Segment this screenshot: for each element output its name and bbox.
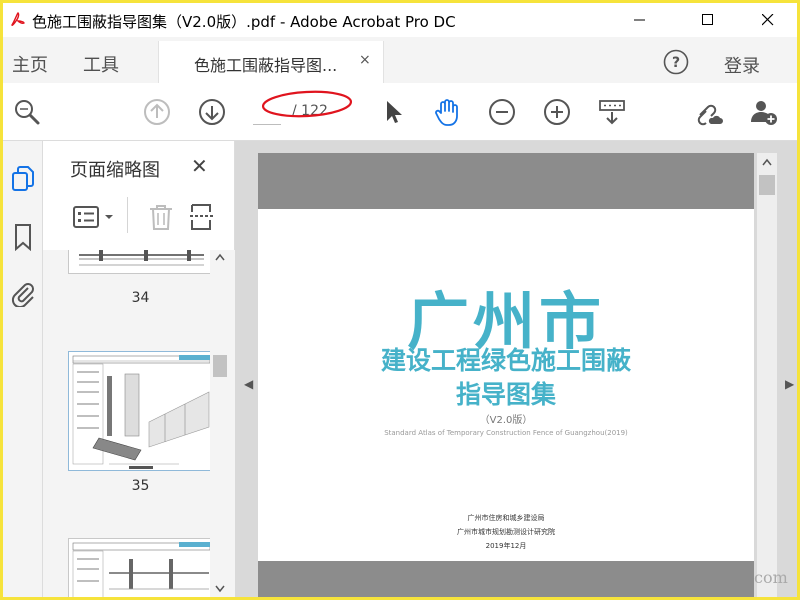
document-title-line3: 指导图集 bbox=[455, 380, 556, 409]
panel-close-button[interactable]: ✕ bbox=[191, 154, 208, 178]
thumbnail-page-36[interactable] bbox=[68, 538, 213, 597]
hand-icon bbox=[435, 99, 458, 126]
trash-icon bbox=[150, 205, 172, 230]
magnifier-icon bbox=[15, 100, 40, 125]
select-tool-button[interactable] bbox=[378, 97, 408, 127]
split-page-icon bbox=[190, 204, 214, 230]
scrollbar-graphic bbox=[213, 253, 227, 593]
thumbnail-label: 35 bbox=[131, 478, 150, 494]
page-top-band bbox=[258, 153, 754, 209]
delete-page-button[interactable] bbox=[148, 203, 174, 231]
minimize-icon bbox=[634, 19, 645, 21]
collapse-left-panel-arrow[interactable]: ◀ bbox=[244, 377, 253, 391]
arrow-down-circle-icon bbox=[199, 99, 225, 125]
thumbnail-page-34[interactable] bbox=[68, 250, 213, 274]
tab-document[interactable]: 色施工围蔽指导图... × bbox=[158, 41, 384, 83]
thumbnails-panel: 页面缩略图 ✕ 34 35 bbox=[43, 141, 235, 597]
attachments-button[interactable] bbox=[9, 279, 37, 307]
red-ellipse-annotation bbox=[261, 90, 353, 118]
tool-divider bbox=[127, 197, 128, 233]
next-page-button[interactable] bbox=[197, 97, 227, 127]
publish-date: 2019年12月 bbox=[485, 542, 527, 550]
thumbnail-scrollbar[interactable] bbox=[210, 250, 230, 597]
document-scrollbar[interactable] bbox=[757, 153, 777, 597]
panel-toolbar bbox=[43, 193, 235, 239]
link-cloud-icon bbox=[697, 104, 723, 126]
publisher-1: 广州市住房和城乡建设局 bbox=[467, 514, 545, 522]
add-user-button[interactable] bbox=[749, 97, 779, 127]
publisher-2: 广州市城市规划勘测设计研究院 bbox=[457, 528, 555, 536]
navigation-rail bbox=[3, 141, 43, 597]
toolbar: / 122 bbox=[3, 83, 797, 141]
cursor-arrow-icon bbox=[387, 101, 402, 123]
page-bottom-band bbox=[258, 561, 754, 597]
page-thumbnails-button[interactable] bbox=[9, 165, 37, 193]
arrow-up-circle-icon bbox=[144, 99, 170, 125]
document-title-line2: 建设工程绿色施工围蔽 bbox=[380, 346, 631, 375]
tab-document-label: 色施工围蔽指导图... bbox=[194, 56, 338, 75]
thumbnail-drawing bbox=[72, 542, 211, 597]
zoom-search-button[interactable] bbox=[12, 97, 42, 127]
close-window-button[interactable] bbox=[745, 3, 791, 37]
maximize-button[interactable] bbox=[685, 3, 731, 37]
keyboard-scroll-button[interactable] bbox=[597, 97, 627, 127]
plus-circle-icon bbox=[544, 99, 570, 125]
previous-page-button[interactable] bbox=[142, 97, 172, 127]
bookmark-icon bbox=[15, 224, 31, 251]
thumbnail-page-35[interactable] bbox=[68, 351, 213, 471]
thumbnail-label: 34 bbox=[131, 290, 150, 306]
watermark-text: com bbox=[754, 568, 788, 587]
tab-row: 主页 工具 色施工围蔽指导图... × ? 登录 bbox=[3, 37, 797, 83]
split-pages-button[interactable] bbox=[189, 203, 215, 231]
minus-circle-icon bbox=[489, 99, 515, 125]
add-user-icon bbox=[751, 101, 777, 125]
zoom-out-button[interactable] bbox=[487, 97, 517, 127]
svg-text:?: ? bbox=[672, 55, 680, 71]
thumbnail-drawing bbox=[79, 250, 204, 266]
login-button[interactable]: 登录 bbox=[724, 52, 760, 78]
thumbnail-drawing bbox=[72, 355, 211, 469]
window-title: 色施工围蔽指导图集（V2.0版）.pdf - Adobe Acrobat Pro… bbox=[32, 13, 456, 31]
tab-close-button[interactable]: × bbox=[359, 52, 371, 68]
document-subtitle-english: Standard Atlas of Temporary Construction… bbox=[384, 429, 628, 437]
zoom-in-button[interactable] bbox=[542, 97, 572, 127]
pdf-page: 广州市 建设工程绿色施工围蔽 指导图集 （V2.0版） Standard Atl… bbox=[258, 153, 754, 597]
document-version: （V2.0版） bbox=[479, 415, 533, 426]
share-link-button[interactable] bbox=[694, 97, 724, 127]
help-icon[interactable]: ? bbox=[663, 49, 689, 75]
maximize-icon bbox=[702, 14, 713, 25]
list-options-icon bbox=[73, 206, 113, 228]
acrobat-app-icon bbox=[9, 11, 27, 29]
keyboard-scroll-icon bbox=[599, 100, 625, 125]
acrobat-window: 色施工围蔽指导图集（V2.0版）.pdf - Adobe Acrobat Pro… bbox=[3, 3, 797, 597]
title-bar: 色施工围蔽指导图集（V2.0版）.pdf - Adobe Acrobat Pro… bbox=[3, 3, 797, 37]
thumbnail-options-button[interactable] bbox=[72, 203, 118, 231]
tab-tools[interactable]: 工具 bbox=[83, 51, 119, 77]
bookmarks-button[interactable] bbox=[9, 223, 37, 251]
document-view[interactable]: ◀ 广州市 建设工程绿色施工围蔽 指导图集 （V2.0版） Standard A… bbox=[235, 141, 797, 597]
expand-right-panel-arrow[interactable]: ▶ bbox=[785, 377, 794, 391]
thumbnail-list[interactable]: 34 35 bbox=[43, 250, 235, 597]
hand-tool-button[interactable] bbox=[432, 97, 462, 127]
close-icon bbox=[762, 14, 774, 26]
tab-home[interactable]: 主页 bbox=[12, 51, 48, 77]
minimize-button[interactable] bbox=[617, 3, 663, 37]
paperclip-icon bbox=[11, 283, 34, 307]
scrollbar-graphic bbox=[759, 158, 775, 195]
pages-copy-icon bbox=[12, 166, 34, 191]
panel-title: 页面缩略图 bbox=[70, 160, 160, 181]
